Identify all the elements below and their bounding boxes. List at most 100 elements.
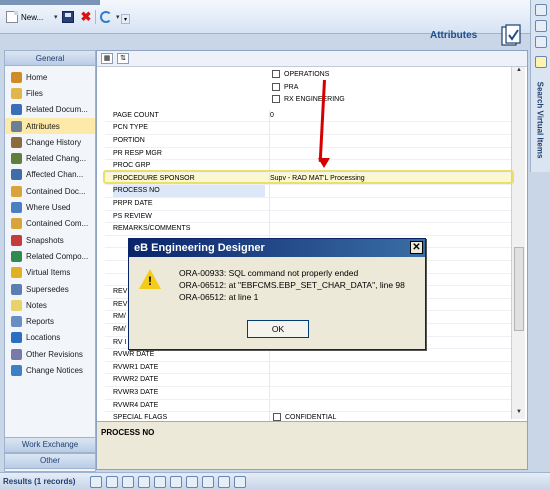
delete-button[interactable]: ✖ (80, 9, 92, 25)
nav-item[interactable]: Change History (5, 134, 95, 150)
attribute-row[interactable]: PAGE COUNT 0 (105, 109, 511, 123)
nav-item[interactable]: Locations (5, 330, 95, 346)
categorized-view-button[interactable]: ▦ (101, 53, 113, 64)
attribute-row[interactable]: RVWR DATE (105, 349, 511, 362)
status-tool-9-icon[interactable] (218, 476, 230, 488)
status-tool-5-icon[interactable] (154, 476, 166, 488)
checkbox-label: PRA (284, 83, 299, 91)
attribute-value[interactable] (269, 147, 509, 160)
nav-item[interactable]: Contained Doc... (5, 183, 95, 199)
nav-item[interactable]: Related Chang... (5, 150, 95, 166)
scroll-down-arrow[interactable]: ▼ (513, 409, 525, 419)
nav-item[interactable]: Related Docum... (5, 102, 95, 118)
attribute-value[interactable] (269, 185, 509, 198)
nav-item[interactable]: Supersedes (5, 281, 95, 297)
attribute-value[interactable] (269, 122, 509, 135)
attribute-value[interactable] (269, 135, 509, 147)
refresh-button[interactable] (100, 9, 112, 25)
attribute-name: RVWR1 DATE (113, 363, 159, 371)
scroll-up-arrow[interactable]: ▲ (513, 67, 525, 77)
attribute-row[interactable]: REMARKS/COMMENTS (105, 223, 511, 236)
save-button[interactable] (62, 9, 74, 25)
status-tool-2-icon[interactable] (106, 476, 118, 488)
checkbox-option[interactable]: RX ENGINEERING (269, 94, 509, 106)
alphabetical-sort-button[interactable]: ⇅ (117, 53, 129, 64)
new-button[interactable]: New... (6, 9, 43, 25)
attribute-name: RVWR4 DATE (113, 401, 159, 409)
side-tool-3-icon[interactable] (535, 36, 547, 48)
refresh-dropdown-arrow[interactable]: ▾ (116, 9, 120, 25)
nav-item[interactable]: Reports (5, 313, 95, 329)
attribute-row[interactable]: PRPR DATE (105, 198, 511, 211)
status-tool-3-icon[interactable] (122, 476, 134, 488)
new-document-icon (6, 11, 18, 23)
nav-item[interactable]: Virtual Items (5, 265, 95, 281)
nav-item[interactable]: Notes (5, 297, 95, 313)
attribute-row[interactable]: RVWR4 DATE (105, 399, 511, 413)
nav-item[interactable]: Snapshots (5, 232, 95, 248)
categorized-icon: ▦ (103, 55, 111, 62)
attribute-value[interactable] (269, 349, 509, 362)
attribute-name: REMARKS/COMMENTS (113, 225, 191, 233)
checkbox-option[interactable]: PRA (269, 82, 509, 94)
virtual-items-icon (11, 267, 22, 279)
nav-item[interactable]: Home (5, 69, 95, 85)
attribute-value[interactable] (269, 361, 509, 374)
dialog-close-button[interactable]: ✕ (410, 241, 423, 254)
attribute-row[interactable]: RVWR1 DATE (105, 361, 511, 375)
nav-item-label: Contained Doc... (26, 186, 86, 196)
attribute-value[interactable] (269, 198, 509, 210)
checkbox-option-row[interactable]: PRA (105, 82, 511, 95)
nav-item-label: Where Used (26, 203, 71, 213)
checkbox-option[interactable]: OPERATIONS (269, 69, 509, 81)
nav-item[interactable]: Where Used (5, 199, 95, 215)
attribute-row[interactable]: PR RESP MGR (105, 147, 511, 161)
description-pane: PROCESS NO (97, 421, 527, 469)
side-tool-2-icon[interactable] (535, 20, 547, 32)
attribute-row[interactable]: PCN TYPE (105, 122, 511, 135)
nav-item[interactable]: Change Notices (5, 362, 95, 378)
virtual-items-star-icon[interactable] (535, 56, 547, 68)
nav-item[interactable]: Attributes (5, 117, 95, 135)
attribute-value[interactable]: 0 (269, 109, 509, 122)
scroll-thumb[interactable] (514, 247, 524, 331)
attribute-value[interactable] (269, 399, 509, 412)
attribute-row[interactable]: PROCESS NO (105, 185, 511, 198)
checkbox[interactable] (272, 70, 280, 79)
nav-section-work-exchange[interactable]: Work Exchange (4, 437, 96, 453)
nav-item-label: Related Compo... (26, 251, 89, 261)
nav-item-label: Affected Chan... (26, 170, 84, 180)
attribute-row[interactable]: PORTION (105, 135, 511, 148)
attribute-row[interactable]: RVWR2 DATE (105, 374, 511, 387)
attribute-value[interactable] (269, 223, 509, 236)
checkbox[interactable] (272, 95, 280, 104)
ok-button[interactable]: OK (247, 320, 309, 338)
attribute-row[interactable]: PS REVIEW (105, 210, 511, 224)
attribute-value[interactable] (269, 387, 509, 399)
status-tool-7-icon[interactable] (186, 476, 198, 488)
nav-item[interactable]: Other Revisions (5, 346, 95, 362)
status-tool-4-icon[interactable] (138, 476, 150, 488)
vertical-scrollbar[interactable]: ▲ ▼ (511, 67, 525, 419)
status-tool-10-icon[interactable] (234, 476, 246, 488)
nav-item[interactable]: Affected Chan... (5, 167, 95, 183)
checkbox[interactable] (272, 82, 280, 91)
search-virtual-items-tab[interactable]: Search Virtual Items (532, 70, 548, 170)
nav-item[interactable]: Files (5, 85, 95, 101)
checkbox-option-row[interactable]: OPERATIONS (105, 69, 511, 82)
nav-item[interactable]: Contained Com... (5, 216, 95, 232)
attribute-value[interactable] (269, 210, 509, 223)
attribute-value[interactable] (269, 374, 509, 387)
status-tool-1-icon[interactable] (90, 476, 102, 488)
new-dropdown-arrow[interactable]: ▾ (54, 9, 58, 25)
side-tool-1-icon[interactable] (535, 4, 547, 16)
nav-item-label: Reports (26, 317, 55, 327)
status-tool-8-icon[interactable] (202, 476, 214, 488)
attribute-row[interactable]: RVWR3 DATE (105, 387, 511, 400)
nav-section-general[interactable]: General (5, 51, 95, 66)
toolbar-overflow-button[interactable]: ▾ (121, 14, 130, 24)
checkbox-option-row[interactable]: RX ENGINEERING (105, 94, 511, 107)
nav-item[interactable]: Related Compo... (5, 248, 95, 264)
nav-section-other[interactable]: Other (4, 453, 96, 469)
status-tool-6-icon[interactable] (170, 476, 182, 488)
